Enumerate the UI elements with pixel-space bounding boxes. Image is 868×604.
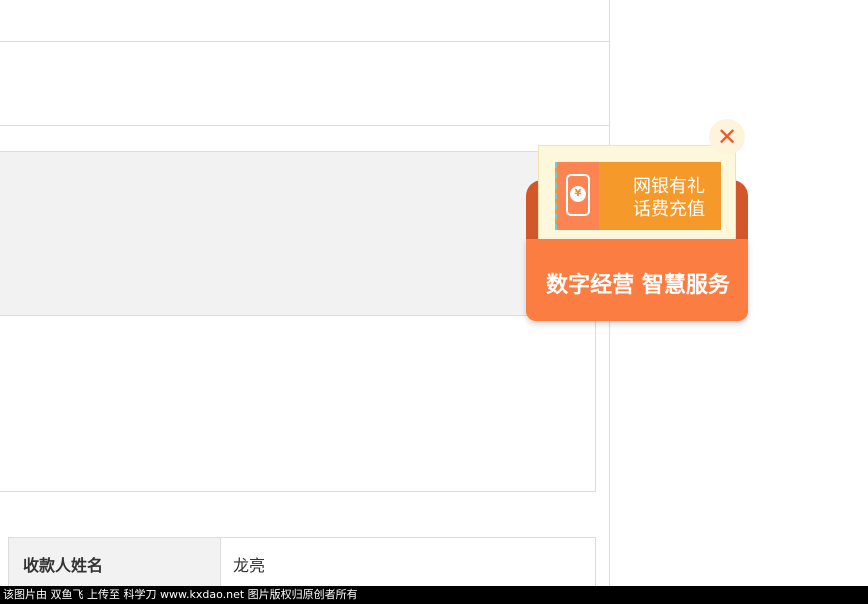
yuan-coin-icon: ¥: [570, 186, 586, 202]
ticket-line1: 网银有礼: [633, 176, 705, 197]
close-icon[interactable]: ✕: [709, 119, 745, 155]
payee-name-value: 龙亮: [220, 537, 596, 590]
white-section: [0, 316, 596, 492]
grey-section: [0, 151, 596, 316]
promo-ticket: ¥ 网银有礼 话费充值: [555, 162, 721, 230]
table-row: 收款人姓名 龙亮: [8, 537, 596, 590]
payee-name-label: 收款人姓名: [8, 537, 221, 590]
divider: [0, 41, 610, 42]
promo-ad-popup[interactable]: ¥ 网银有礼 话费充值 数字经营 智慧服务 ✕: [526, 115, 750, 325]
ticket-icon-area: ¥: [557, 162, 599, 230]
payee-info-table: 收款人姓名 龙亮: [8, 537, 596, 590]
ticket-line2: 话费充值: [633, 199, 705, 220]
promo-card[interactable]: ¥ 网银有礼 话费充值: [538, 145, 736, 250]
divider: [0, 125, 610, 126]
ticket-text: 网银有礼 话费充值: [633, 175, 705, 221]
main-content-panel: 收款人姓名 龙亮: [0, 0, 610, 604]
ad-slogan: 数字经营 智慧服务: [546, 273, 730, 298]
phone-icon: ¥: [566, 174, 590, 216]
watermark-footer: 该图片由 双鱼飞 上传至 科学刀 www.kxdao.net 图片版权归原创者所…: [0, 586, 868, 604]
